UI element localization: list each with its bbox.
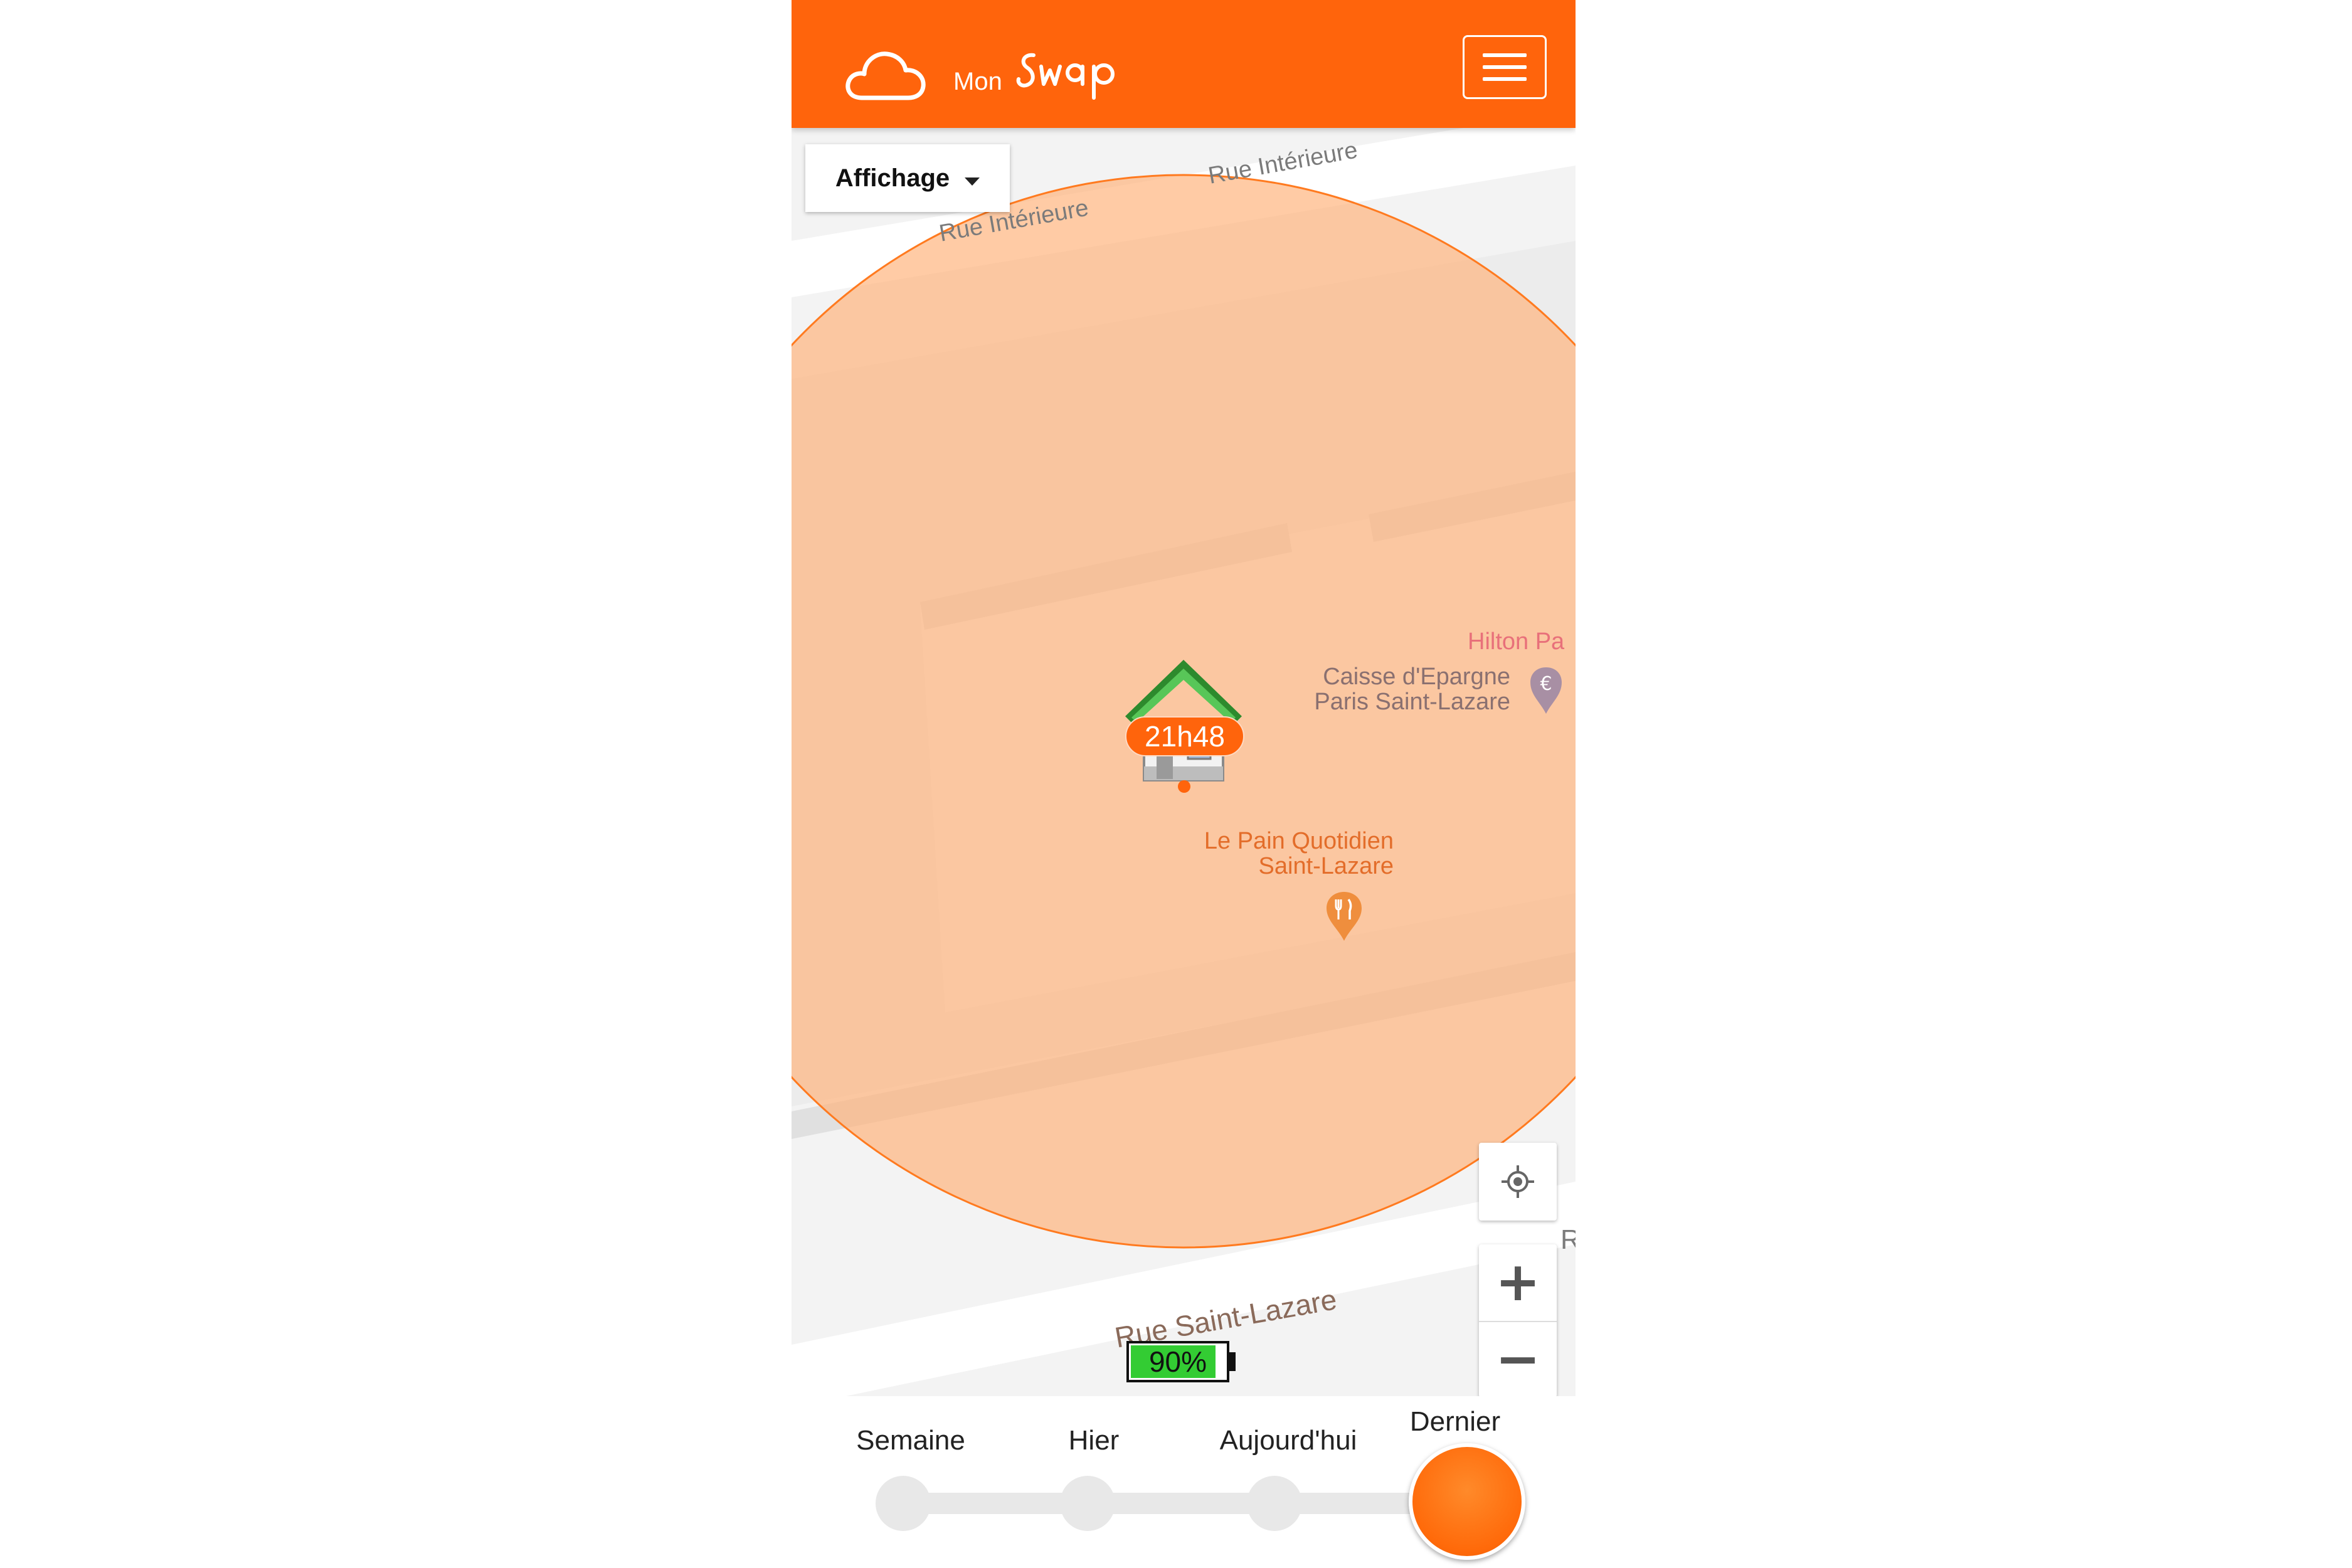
app-frame: Mon Rue Intérieure Rue Intérieure Rue Sa…: [792, 0, 1576, 1568]
timeline-label-semaine[interactable]: Semaine: [856, 1425, 965, 1456]
battery-label: 90%: [1148, 1345, 1207, 1378]
timeline-stop-hier[interactable]: [1060, 1476, 1115, 1531]
display-dropdown-button[interactable]: Affichage: [805, 144, 1010, 212]
map-view[interactable]: Rue Intérieure Rue Intérieure Rue Saint-…: [792, 128, 1576, 1396]
zoom-in-button[interactable]: +: [1479, 1244, 1557, 1320]
poi-label-bakery[interactable]: Le Pain Quotidien Saint-Lazare: [1175, 829, 1394, 879]
cloud-icon: [845, 51, 926, 100]
menu-button[interactable]: [1463, 35, 1547, 99]
logo-prefix: Mon: [953, 68, 1002, 95]
zoom-control: + −: [1479, 1244, 1557, 1396]
poi-label-bank[interactable]: Caisse d'Epargne Paris Saint-Lazare: [1311, 664, 1510, 715]
bank-poi-icon[interactable]: €: [1528, 665, 1564, 715]
timeline-stop-aujourdhui[interactable]: [1247, 1476, 1302, 1531]
app-header: Mon: [792, 0, 1576, 128]
position-dot: [1178, 780, 1190, 793]
timeline-label-dernier[interactable]: Dernier: [1410, 1406, 1500, 1438]
timeline-label-hier[interactable]: Hier: [1069, 1425, 1120, 1456]
timeline-slider-handle[interactable]: [1409, 1443, 1525, 1560]
period-timeline: Semaine Hier Aujourd'hui Dernier: [792, 1396, 1576, 1568]
restaurant-poi-icon[interactable]: [1323, 889, 1365, 942]
svg-text:€: €: [1540, 673, 1552, 695]
battery-indicator: 90%: [1126, 1341, 1236, 1382]
street-label: R: [1560, 1224, 1576, 1255]
timeline-stop-semaine[interactable]: [876, 1476, 931, 1531]
timeline-label-aujourdhui[interactable]: Aujourd'hui: [1220, 1425, 1357, 1456]
swap-logo: [1016, 53, 1115, 100]
hamburger-icon: [1483, 53, 1527, 57]
crosshair-icon: [1502, 1165, 1534, 1198]
zoom-out-button[interactable]: −: [1479, 1321, 1557, 1396]
marker-time-badge: 21h48: [1125, 716, 1244, 756]
poi-label-hilton[interactable]: Hilton Pa: [1468, 629, 1564, 655]
chevron-down-icon: [965, 177, 980, 186]
display-dropdown-label: Affichage: [835, 164, 950, 192]
locate-button[interactable]: [1479, 1143, 1557, 1221]
timeline-track[interactable]: [903, 1493, 1468, 1514]
